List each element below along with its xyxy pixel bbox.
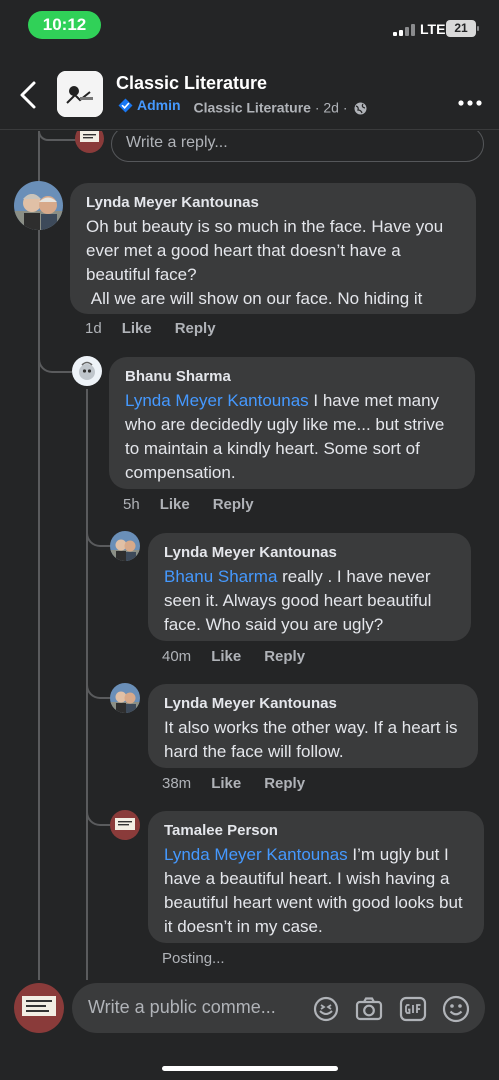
- comment-author[interactable]: Lynda Meyer Kantounas: [164, 695, 462, 712]
- like-button[interactable]: Like: [211, 648, 241, 665]
- comment-bubble: Lynda Meyer Kantounas It also works the …: [148, 684, 478, 768]
- thread-line: [38, 131, 40, 980]
- avatar[interactable]: [14, 181, 63, 230]
- comment-author[interactable]: Lynda Meyer Kantounas: [86, 194, 460, 211]
- back-button[interactable]: [16, 80, 42, 110]
- reply-button[interactable]: Reply: [264, 775, 305, 792]
- admin-shield-icon: [118, 98, 133, 112]
- thread-line: [86, 790, 110, 826]
- admin-label: Admin: [137, 97, 181, 113]
- mention-link[interactable]: Bhanu Sharma: [164, 567, 277, 586]
- avatar[interactable]: [110, 683, 140, 713]
- thread-line: [86, 511, 110, 547]
- comment-author[interactable]: Lynda Meyer Kantounas: [164, 544, 455, 561]
- emoji-button[interactable]: [442, 995, 470, 1023]
- comment-text: It also works the other way. If a heart …: [164, 718, 458, 761]
- post-header: Classic Literature Admin Classic Literat…: [0, 60, 499, 130]
- thread-line: [38, 343, 72, 373]
- comment-actions: 40m Like Reply: [162, 648, 328, 665]
- more-options-button[interactable]: [458, 93, 482, 106]
- signal-icon: [393, 24, 417, 36]
- comment-bubble: Lynda Meyer Kantounas Bhanu Sharma reall…: [148, 533, 471, 641]
- like-button[interactable]: Like: [122, 320, 152, 337]
- my-avatar[interactable]: [14, 983, 64, 1033]
- status-time: 10:12: [28, 11, 101, 39]
- reply-button[interactable]: Reply: [175, 320, 216, 337]
- comment-actions: 5h Like Reply: [123, 496, 277, 513]
- group-name[interactable]: Classic Literature: [116, 73, 267, 94]
- comment-status: Posting...: [162, 950, 225, 967]
- mention-link[interactable]: Lynda Meyer Kantounas: [125, 391, 309, 410]
- avatar-sticker-icon: [313, 996, 339, 1022]
- admin-badge: Admin: [118, 97, 181, 113]
- comment-input[interactable]: Write a public comme...: [72, 983, 485, 1033]
- comment-time: 38m: [162, 775, 192, 792]
- comment-author[interactable]: Bhanu Sharma: [125, 368, 459, 385]
- comment-bubble: Bhanu Sharma Lynda Meyer Kantounas I hav…: [109, 357, 475, 489]
- camera-icon: [355, 997, 383, 1021]
- gif-icon: [399, 996, 427, 1022]
- gif-button[interactable]: [399, 995, 427, 1023]
- comment-thread: Write a reply... Lynda Meyer Kantounas O…: [0, 131, 499, 980]
- group-logo[interactable]: [57, 71, 103, 117]
- group-sub-label[interactable]: Classic Literature: [193, 100, 311, 116]
- reply-input[interactable]: Write a reply...: [111, 131, 484, 162]
- avatar[interactable]: [110, 810, 140, 840]
- comment-actions: 38m Like Reply: [162, 775, 328, 792]
- comment-composer: Write a public comme...: [0, 980, 499, 1080]
- comment-text: Lynda Meyer Kantounas I’m ugly but I hav…: [164, 845, 463, 936]
- status-bar: 10:12 LTE 21: [0, 0, 499, 52]
- comment-author[interactable]: Tamalee Person: [164, 822, 468, 839]
- comment-time: 40m: [162, 648, 192, 665]
- globe-icon: [354, 102, 367, 114]
- avatar-sticker-icon: [14, 983, 64, 1033]
- comment-text: Oh but beauty is so much in the face. Ha…: [86, 217, 444, 308]
- posting-status: Posting...: [162, 950, 225, 967]
- comment-bubble: Tamalee Person Lynda Meyer Kantounas I’m…: [148, 811, 484, 943]
- network-label: LTE: [420, 21, 446, 37]
- comment-bubble: Lynda Meyer Kantounas Oh but beauty is s…: [70, 183, 476, 314]
- comment-placeholder: Write a public comme...: [88, 997, 276, 1017]
- comment-text: Bhanu Sharma really . I have never seen …: [164, 567, 432, 634]
- avatar[interactable]: [110, 531, 140, 561]
- more-icon: [458, 100, 482, 106]
- avatar-sticker-button[interactable]: [312, 995, 340, 1023]
- camera-button[interactable]: [355, 995, 383, 1023]
- avatar[interactable]: [75, 131, 104, 153]
- avatar-sticker-icon: [75, 131, 104, 153]
- like-button[interactable]: Like: [211, 775, 241, 792]
- post-age: · 2d ·: [314, 99, 348, 116]
- smiley-icon: [442, 995, 470, 1023]
- post-meta: Admin Classic Literature · 2d ·: [118, 97, 367, 116]
- thread-line: [38, 131, 78, 141]
- comment-time: 1d: [85, 320, 102, 337]
- comment-time: 5h: [123, 496, 140, 513]
- reply-button[interactable]: Reply: [213, 496, 254, 513]
- avatar[interactable]: [72, 356, 102, 386]
- reply-button[interactable]: Reply: [264, 648, 305, 665]
- thread-line: [86, 663, 110, 699]
- home-indicator[interactable]: [162, 1066, 338, 1071]
- mention-link[interactable]: Lynda Meyer Kantounas: [164, 845, 348, 864]
- like-button[interactable]: Like: [160, 496, 190, 513]
- comment-text: Lynda Meyer Kantounas I have met many wh…: [125, 391, 445, 482]
- back-chevron-icon: [20, 81, 36, 109]
- comment-actions: 1d Like Reply: [85, 320, 239, 337]
- battery-icon: 21: [446, 20, 479, 37]
